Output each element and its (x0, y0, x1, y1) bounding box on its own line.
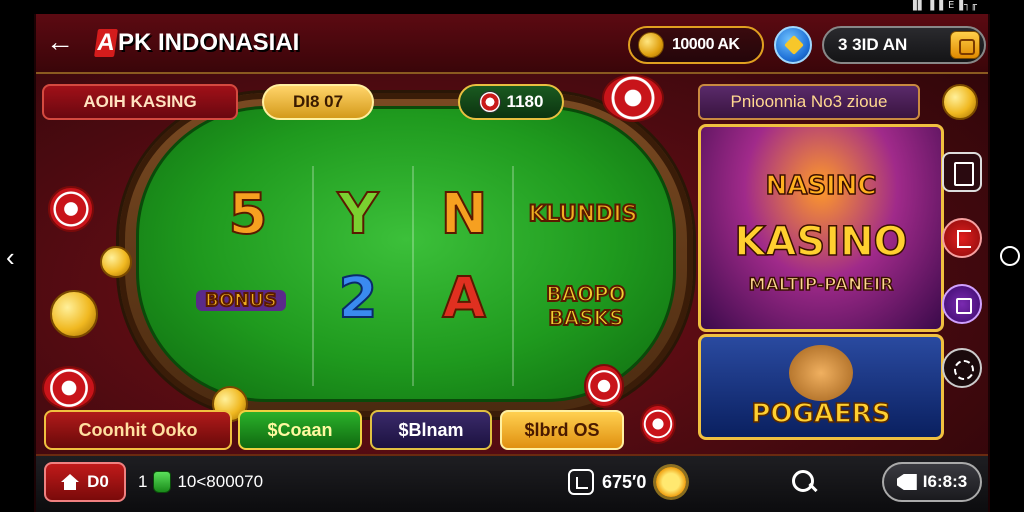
chip-icon (478, 91, 501, 113)
balance-value: 10<800070 (177, 472, 264, 491)
gold-coin-icon (100, 246, 132, 278)
home-button[interactable]: D0 (44, 462, 126, 502)
promo-card-pogaers[interactable]: POGAERS (698, 334, 944, 440)
flag-icon[interactable] (942, 218, 982, 258)
poker-chip-icon (48, 186, 94, 232)
reel-symbol[interactable]: 2 (318, 265, 398, 332)
reel-symbol[interactable]: A (424, 265, 504, 332)
square-icon[interactable] (942, 284, 982, 324)
promo-title: Pnioonnia No3 zioue (698, 84, 920, 120)
document-icon[interactable] (942, 152, 982, 192)
timer-value: 3 3ID AN (838, 35, 908, 54)
gift-icon[interactable] (950, 31, 980, 59)
chart-icon (568, 469, 594, 495)
promo-card-sub-label: MALTIP-PANEIR (748, 274, 894, 296)
reel-symbol[interactable]: KLUNDIS (528, 201, 639, 228)
promo-card-kasino[interactable]: NASINC KASINO MALTIP-PANEIR (698, 124, 944, 332)
reel-divider (312, 166, 314, 386)
coin-balance-value: 10000 AK (672, 36, 740, 53)
reel-symbol[interactable]: N (424, 181, 504, 248)
ocean-button[interactable]: $Coaan (238, 410, 362, 450)
home-icon (61, 474, 80, 490)
reel-divider (412, 166, 414, 386)
top-bar: ← A PK INDONASIAI 10000 AK 3 3ID AN (36, 14, 988, 74)
balance-prefix: 1 (138, 472, 148, 491)
system-back-icon[interactable]: ‹ (6, 244, 28, 270)
bottom-bar: D0 1 10<800070 675′0 I6:8:3 (36, 454, 988, 512)
poker-chip-icon (584, 364, 624, 408)
stat-display: 675′0 (568, 466, 687, 498)
coinhit-button[interactable]: Coonhit Ooko (44, 410, 232, 450)
poker-chip-icon (42, 366, 96, 410)
stat-value: 675′0 (602, 471, 647, 492)
gem-icon[interactable] (774, 26, 812, 64)
reel-symbol[interactable]: Y (318, 181, 398, 248)
coin-balance[interactable]: 10000 AK (628, 26, 764, 64)
lion-icon (789, 345, 853, 401)
search-icon[interactable] (790, 468, 820, 498)
shop-label: I6:8:3 (922, 472, 968, 491)
gold-coin-icon[interactable] (942, 84, 978, 120)
wallet-balance: 1 10<800070 (138, 470, 263, 494)
system-home-icon[interactable] (1000, 246, 1020, 266)
back-arrow-icon[interactable]: ← (44, 28, 76, 60)
promo-card-main-label: KASINO (734, 218, 909, 266)
game-screen: ← A PK INDONASIAI 10000 AK 3 3ID AN AOIH… (34, 14, 990, 512)
chip-count: 1180 (506, 92, 544, 111)
settings-dial-icon[interactable] (942, 348, 982, 388)
coin-icon (638, 32, 664, 58)
sun-icon (656, 467, 687, 497)
gold-coin-icon (50, 290, 98, 338)
blnam-button[interactable]: $Blnam (370, 410, 492, 450)
table-felt (136, 106, 676, 402)
level-badge: DI8 07 (262, 84, 374, 120)
home-label: D0 (87, 472, 109, 491)
shop-button[interactable]: I6:8:3 (882, 462, 982, 502)
table-title: AOIH KASING (42, 84, 238, 120)
logo-mark: A (94, 29, 118, 57)
poker-chip-icon (640, 404, 676, 444)
app-logo: A PK INDONASIAI (94, 26, 300, 60)
logo-text: PK INDONASIAI (118, 29, 300, 56)
timer-pill[interactable]: 3 3ID AN (822, 26, 986, 64)
reel-divider (512, 166, 514, 386)
poker-chip-icon (602, 74, 664, 122)
promo-card2-label: POGAERS (751, 398, 892, 430)
status-bar: ▐▌▐ ▌Е▐┐╓ (909, 0, 978, 11)
tag-icon (896, 474, 917, 490)
reel-symbol[interactable]: BAOPO BASKS (534, 281, 638, 331)
bredos-button[interactable]: $lbrd OS (500, 410, 624, 450)
chip-counter[interactable]: 1180 (458, 84, 564, 120)
reel-symbol[interactable]: BONUS (196, 289, 286, 312)
promo-card-top-label: NASINC (765, 170, 878, 202)
reel-symbol[interactable]: 5 (208, 181, 288, 248)
money-bag-icon (153, 471, 172, 493)
